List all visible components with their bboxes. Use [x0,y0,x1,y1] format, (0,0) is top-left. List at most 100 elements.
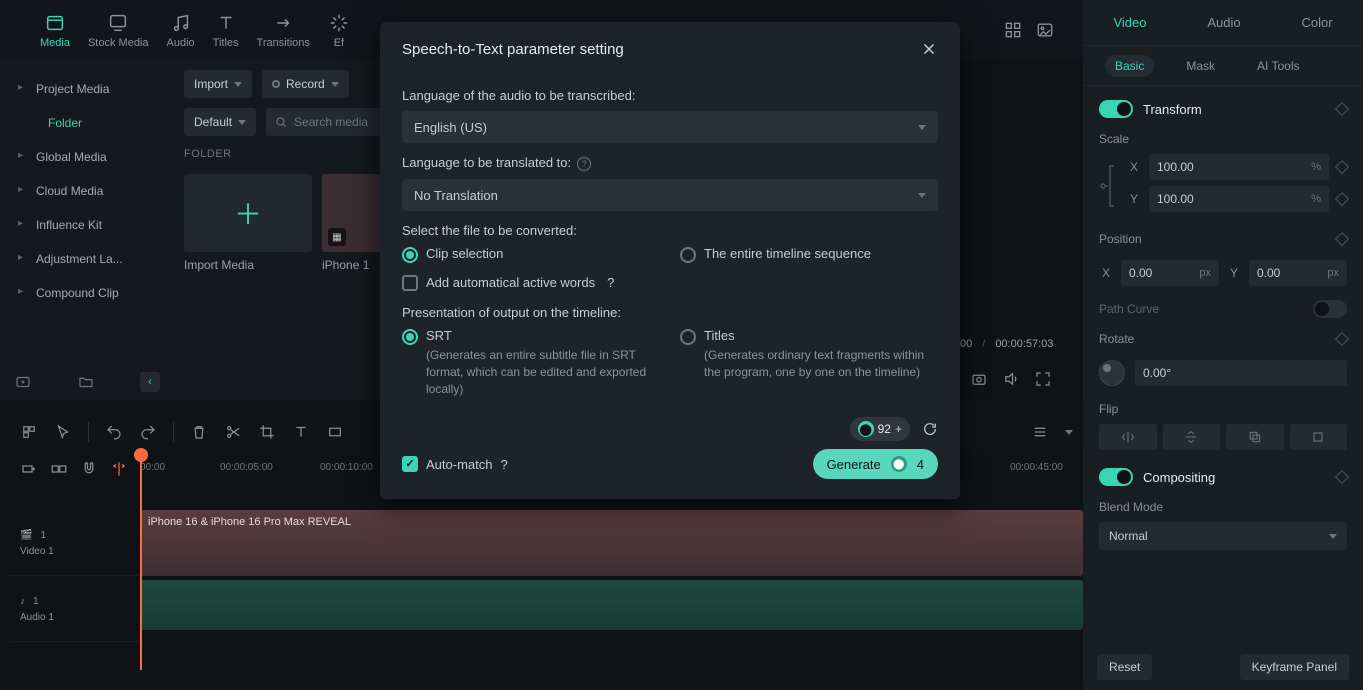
keyframe-icon[interactable] [1335,102,1349,116]
pos-x-field[interactable]: 0.00px [1121,260,1219,286]
sidebar-item-folder[interactable]: Folder [0,106,170,140]
inspector-subtab-basic[interactable]: Basic [1105,55,1154,77]
sidebar-item-cloud-media[interactable]: Cloud Media [0,174,170,208]
inspector-subtab-mask[interactable]: Mask [1176,55,1225,77]
grid-icon[interactable] [1003,20,1023,40]
pos-y-field[interactable]: 0.00px [1249,260,1347,286]
text-icon[interactable] [292,423,310,441]
transcribe-language-select[interactable]: English (US) [402,111,938,143]
nav-titles[interactable]: Titles [213,12,239,49]
mute-icon[interactable] [69,594,83,608]
track-link-icon[interactable] [50,460,68,478]
entire-timeline-radio[interactable]: The entire timeline sequence [680,246,938,263]
delete-icon[interactable] [190,423,208,441]
inspector-panel: Video Audio Color Basic Mask AI Tools Tr… [1083,0,1363,690]
redo-icon[interactable] [139,423,157,441]
blend-mode-select[interactable]: Normal [1099,522,1347,550]
player-position: 00 [960,338,972,350]
video-track-header[interactable]: 🎬1 Video 1 [10,510,140,576]
keyframe-panel-button[interactable]: Keyframe Panel [1240,654,1349,680]
help-icon[interactable]: ? [577,157,591,171]
transform-toggle[interactable] [1099,100,1133,118]
radio-label: SRT [426,328,452,343]
nav-media[interactable]: Media [40,12,70,49]
rotate-field[interactable]: 0.00° [1135,360,1347,386]
chevron-down-icon [1329,534,1337,539]
undo-icon[interactable] [105,423,123,441]
inspector-subtab-ai-tools[interactable]: AI Tools [1247,55,1309,77]
scale-x-field[interactable]: 100.00% [1149,154,1329,180]
lock-icon[interactable] [47,594,61,608]
folder-icon[interactable] [77,373,95,391]
image-icon[interactable] [1035,20,1055,40]
auto-active-words-checkbox[interactable]: Add automatical active words ? [402,275,938,291]
lock-icon[interactable] [54,528,68,542]
flip-label: Flip [1099,402,1347,416]
compositing-toggle[interactable] [1099,468,1133,486]
snapshot-icon[interactable] [970,370,988,388]
translate-language-select[interactable]: No Translation [402,179,938,211]
auto-match-checkbox[interactable]: Auto-match ? [402,456,508,472]
crop-icon[interactable] [258,423,276,441]
credits-pill[interactable]: ⬤ 92 + [850,417,910,441]
scale-y-field[interactable]: 100.00% [1149,186,1329,212]
nav-stock-media[interactable]: Stock Media [88,12,149,49]
import-media-tile[interactable]: ＋ Import Media [184,174,312,272]
import-dropdown[interactable]: Import [184,70,252,98]
titles-radio[interactable]: Titles (Generates ordinary text fragment… [680,328,938,397]
chevron-down-icon[interactable] [1065,430,1073,435]
cut-icon[interactable] [224,423,242,441]
sidebar-item-project-media[interactable]: Project Media [0,72,170,106]
magnet-icon[interactable] [80,460,98,478]
select-tool-icon[interactable] [20,423,38,441]
keyframe-icon[interactable] [1335,232,1349,246]
add-folder-icon[interactable] [14,373,32,391]
nav-transitions[interactable]: Transitions [257,12,310,49]
mute-icon[interactable] [76,528,90,542]
eye-icon[interactable] [98,528,112,542]
inspector-tab-audio[interactable]: Audio [1207,15,1240,30]
keyframe-icon[interactable] [1335,192,1349,206]
video-clip[interactable]: iPhone 16 & iPhone 16 Pro Max REVEAL [140,510,1083,576]
keyframe-icon[interactable] [1335,332,1349,346]
nav-label: Transitions [257,37,310,49]
flip-copy-button[interactable] [1226,424,1284,450]
close-button[interactable] [920,40,938,58]
collapse-sidebar-button[interactable]: ‹ [140,372,160,392]
help-icon[interactable]: ? [500,457,507,472]
playhead[interactable] [140,450,142,670]
fullscreen-icon[interactable] [1034,370,1052,388]
clip-selection-radio[interactable]: Clip selection [402,246,660,263]
reset-button[interactable]: Reset [1097,654,1152,680]
marker-icon[interactable] [110,460,128,478]
media-icon [44,12,66,34]
nav-effects[interactable]: Ef [328,12,350,49]
sidebar-item-global-media[interactable]: Global Media [0,140,170,174]
refresh-icon[interactable] [922,421,938,437]
list-view-icon[interactable] [1031,423,1049,441]
help-icon[interactable]: ? [607,275,614,290]
generate-button[interactable]: Generate ⬤ 4 [813,449,938,479]
flip-h-button[interactable] [1099,424,1157,450]
keyframe-icon[interactable] [1335,160,1349,174]
inspector-tab-video[interactable]: Video [1113,15,1146,30]
nav-audio[interactable]: Audio [167,12,195,49]
sidebar-item-adjustment-layer[interactable]: Adjustment La... [0,242,170,276]
volume-icon[interactable] [1002,370,1020,388]
srt-radio[interactable]: SRT (Generates an entire subtitle file i… [402,328,660,397]
sort-dropdown[interactable]: Default [184,108,256,136]
flip-v-button[interactable] [1163,424,1221,450]
sidebar-item-compound-clip[interactable]: Compound Clip [0,276,170,310]
pointer-tool-icon[interactable] [54,423,72,441]
keyframe-icon[interactable] [1335,470,1349,484]
pathcurve-toggle[interactable] [1313,300,1347,318]
track-add-icon[interactable] [20,460,38,478]
flip-reset-button[interactable] [1290,424,1348,450]
inspector-tab-color[interactable]: Color [1301,15,1332,30]
ratio-icon[interactable] [326,423,344,441]
audio-clip[interactable] [140,580,1083,630]
record-dropdown[interactable]: Record [262,70,349,98]
audio-track-header[interactable]: ♪1 Audio 1 [10,576,140,642]
rotate-dial[interactable] [1099,360,1125,386]
sidebar-item-influence-kit[interactable]: Influence Kit [0,208,170,242]
